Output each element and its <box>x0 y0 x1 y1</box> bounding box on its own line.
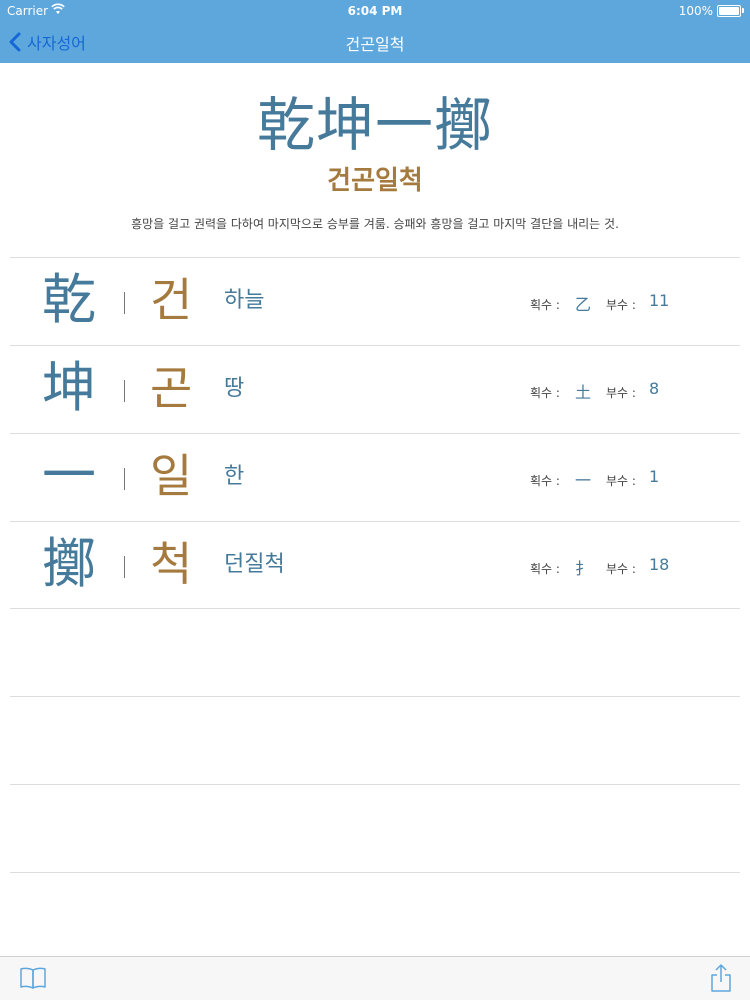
character-row[interactable]: 擲 척 던질척 획수 : 扌 부수 : 18 <box>10 522 740 609</box>
character-reading: 건 <box>150 273 193 327</box>
empty-row-divider <box>10 696 740 697</box>
bottom-toolbar <box>0 956 750 1000</box>
strokes-label: 부수 : <box>606 298 636 312</box>
radical-value: 一 <box>575 471 592 490</box>
empty-row-divider <box>10 872 740 873</box>
radical-label: 획수 : <box>530 562 560 576</box>
radical-value: 乙 <box>575 295 592 314</box>
character-reading: 일 <box>150 449 193 503</box>
nav-title: 건곤일척 <box>345 35 405 54</box>
radical-label: 획수 : <box>530 386 560 400</box>
character-row[interactable]: 坤 곤 땅 획수 : 土 부수 : 8 <box>10 346 740 433</box>
navigation-bar: Carrier 6:04 PM 100% 사자성어 건곤일척 <box>0 0 750 63</box>
strokes-value: 11 <box>649 291 670 310</box>
status-time: 6:04 PM <box>347 4 403 18</box>
character-gloss: 한 <box>224 464 245 489</box>
character-gloss: 던질척 <box>224 552 285 577</box>
character-gloss: 땅 <box>224 376 245 401</box>
character-row[interactable]: 一 일 한 획수 : 一 부수 : 1 <box>10 434 740 521</box>
strokes-value: 8 <box>649 379 660 398</box>
character-hanja: 坤 <box>42 356 96 419</box>
radical-label: 획수 : <box>530 298 560 312</box>
strokes-label: 부수 : <box>606 386 636 400</box>
battery-icon <box>717 5 741 17</box>
share-icon[interactable] <box>710 963 732 993</box>
character-separator <box>124 556 125 578</box>
character-separator <box>124 292 125 314</box>
character-hanja: 擲 <box>42 532 96 595</box>
idiom-hanja-title: 乾坤一擲 <box>256 91 493 159</box>
radical-label: 획수 : <box>530 474 560 488</box>
status-bar: Carrier 6:04 PM 100% <box>0 0 750 22</box>
empty-row-divider <box>10 784 740 785</box>
character-gloss: 하늘 <box>224 288 265 313</box>
strokes-value: 1 <box>649 467 660 486</box>
character-separator <box>124 468 125 490</box>
book-icon[interactable] <box>19 966 47 990</box>
idiom-meaning: 흥망을 걸고 권력을 다하여 마지막으로 승부를 겨룸. 승패와 흥망을 걸고 … <box>131 217 619 231</box>
strokes-label: 부수 : <box>606 474 636 488</box>
battery-percentage: 100% <box>678 4 713 18</box>
character-row[interactable]: 乾 건 하늘 획수 : 乙 부수 : 11 <box>10 258 740 345</box>
idiom-hangul-title: 건곤일척 <box>327 166 423 196</box>
character-separator <box>124 380 125 402</box>
character-reading: 곤 <box>150 361 193 415</box>
battery-tip <box>742 8 744 13</box>
row-divider <box>10 608 740 609</box>
radical-value: 土 <box>575 383 592 402</box>
character-reading: 척 <box>150 537 193 591</box>
character-hanja: 乾 <box>42 268 96 331</box>
screen: Carrier 6:04 PM 100% 사자성어 건곤일척 乾坤一擲 건곤일척… <box>0 0 750 1000</box>
radical-value: 扌 <box>575 559 592 578</box>
character-hanja: 一 <box>42 444 96 507</box>
strokes-value: 18 <box>649 555 670 574</box>
strokes-label: 부수 : <box>606 562 636 576</box>
